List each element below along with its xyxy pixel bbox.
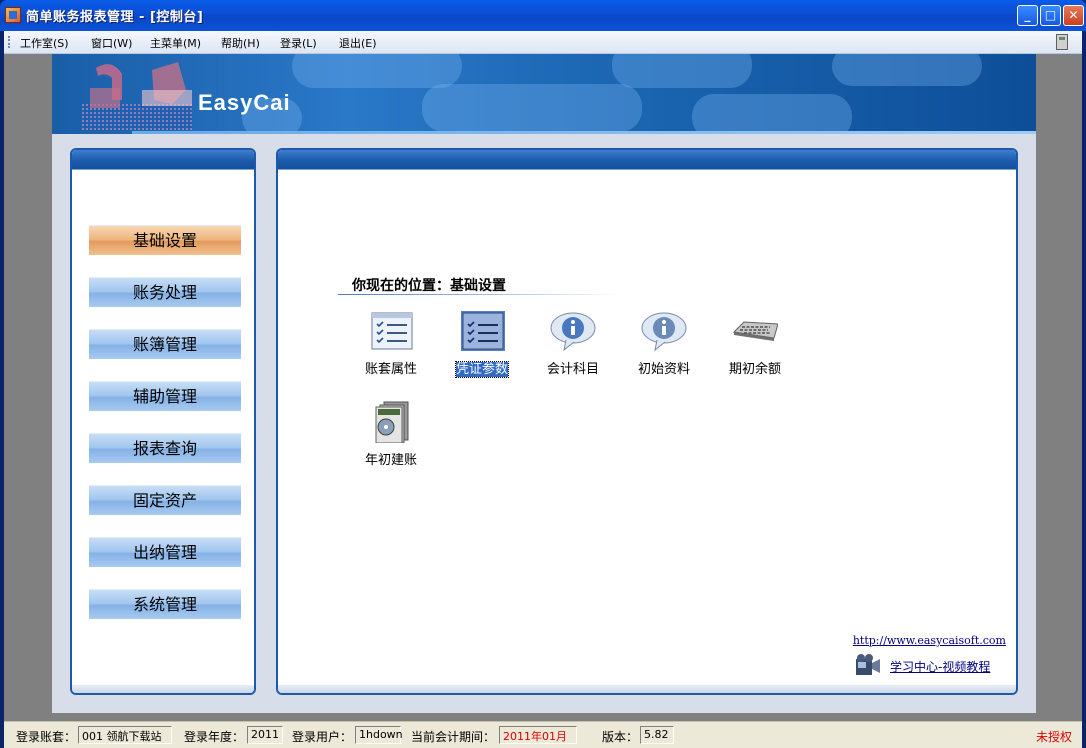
info-bubble-icon (641, 312, 687, 352)
banner-title: EasyCai (198, 90, 291, 115)
menu-studio[interactable]: 工作室(S) (20, 35, 69, 51)
location-breadcrumb: 你现在的位置：基础设置 (352, 278, 506, 294)
console-panel: EasyCai 基础设置 账务处理 账簿管理 辅助管理 报表查询 固定资产 出纳… (52, 54, 1036, 713)
menu-bar: 工作室(S) 窗口(W) 主菜单(M) 帮助(H) 登录(L) 退出(E) (4, 31, 1082, 54)
nav-panel: 基础设置 账务处理 账簿管理 辅助管理 报表查询 固定资产 出纳管理 系统管理 (70, 148, 256, 695)
tile-label: 年初建账 (364, 453, 417, 468)
tile-label: 期初余额 (728, 362, 781, 377)
nav-accounting[interactable]: 账务处理 (89, 277, 241, 307)
version-label: 版本： (602, 730, 639, 744)
period-value: 2011年01月 (499, 726, 577, 744)
tile-label: 初始资料 (637, 362, 690, 377)
menu-login[interactable]: 登录(L) (280, 35, 317, 51)
content-panel: 你现在的位置：基础设置 账套属性 凭证参数 会计科目 初始资料 期初余额 年初建… (276, 148, 1018, 695)
title-bar[interactable]: 简单账务报表管理 - [控制台] _ □ ✕ (0, 0, 1086, 31)
info-bubble-icon (550, 312, 596, 352)
menu-exit[interactable]: 退出(E) (339, 35, 377, 51)
window-title: 简单账务报表管理 - [控制台] (26, 10, 204, 25)
nav-basic-settings[interactable]: 基础设置 (89, 225, 241, 255)
user-label: 登录用户： (292, 730, 353, 744)
status-bar: 登录账套： 001 领航下载站 登录年度： 2011 登录用户： 1hdown … (4, 721, 1082, 748)
video-tutorial-link[interactable]: 学习中心-视频教程 (890, 658, 990, 675)
calculator-icon[interactable] (1056, 34, 1068, 50)
tile-voucher-params[interactable]: 凭证参数 (439, 310, 519, 390)
video-camera-icon[interactable] (852, 653, 882, 677)
nav-reports[interactable]: 报表查询 (89, 433, 241, 463)
tile-opening-balance[interactable]: 期初余额 (712, 310, 792, 390)
version-value: 5.82 (640, 726, 674, 744)
checklist-icon (371, 312, 413, 350)
tile-initial-data[interactable]: 初始资料 (621, 310, 701, 390)
menu-window[interactable]: 窗口(W) (91, 35, 132, 51)
account-label: 登录账套： (16, 730, 77, 744)
tile-account-properties[interactable]: 账套属性 (348, 310, 428, 390)
keyboard-icon (732, 321, 778, 341)
tile-label: 会计科目 (546, 362, 599, 377)
banner-logo-icon (82, 62, 192, 130)
content-panel-header (278, 150, 1016, 170)
year-label: 登录年度： (184, 730, 245, 744)
menu-grip-icon[interactable] (8, 36, 11, 48)
nav-auxiliary[interactable]: 辅助管理 (89, 381, 241, 411)
banner: EasyCai (52, 54, 1036, 134)
menu-help[interactable]: 帮助(H) (221, 35, 260, 51)
nav-ledger[interactable]: 账簿管理 (89, 329, 241, 359)
account-value: 001 领航下载站 (78, 726, 172, 744)
tile-year-start-setup[interactable]: 年初建账 (348, 401, 428, 481)
nav-system[interactable]: 系统管理 (89, 589, 241, 619)
maximize-button[interactable]: □ (1040, 5, 1061, 26)
user-value: 1hdown (355, 726, 403, 744)
license-status: 未授权 (1035, 730, 1072, 744)
minimize-button[interactable]: _ (1017, 5, 1038, 26)
website-link[interactable]: http://www.easycaisoft.com (853, 634, 1006, 647)
tile-chart-of-accounts[interactable]: 会计科目 (530, 310, 610, 390)
close-button[interactable]: ✕ (1063, 5, 1084, 26)
client-area: EasyCai 基础设置 账务处理 账簿管理 辅助管理 报表查询 固定资产 出纳… (4, 54, 1082, 721)
period-label: 当前会计期间： (411, 730, 496, 744)
checklist-icon (461, 311, 505, 351)
software-box-icon (375, 401, 409, 443)
nav-cashier[interactable]: 出纳管理 (89, 537, 241, 567)
nav-panel-header (72, 150, 254, 170)
app-icon[interactable] (5, 7, 21, 23)
menu-main[interactable]: 主菜单(M) (150, 35, 201, 51)
tile-label: 凭证参数 (454, 361, 510, 378)
nav-fixed-assets[interactable]: 固定资产 (89, 485, 241, 515)
year-value: 2011 (247, 726, 283, 744)
tile-label: 账套属性 (364, 362, 417, 377)
